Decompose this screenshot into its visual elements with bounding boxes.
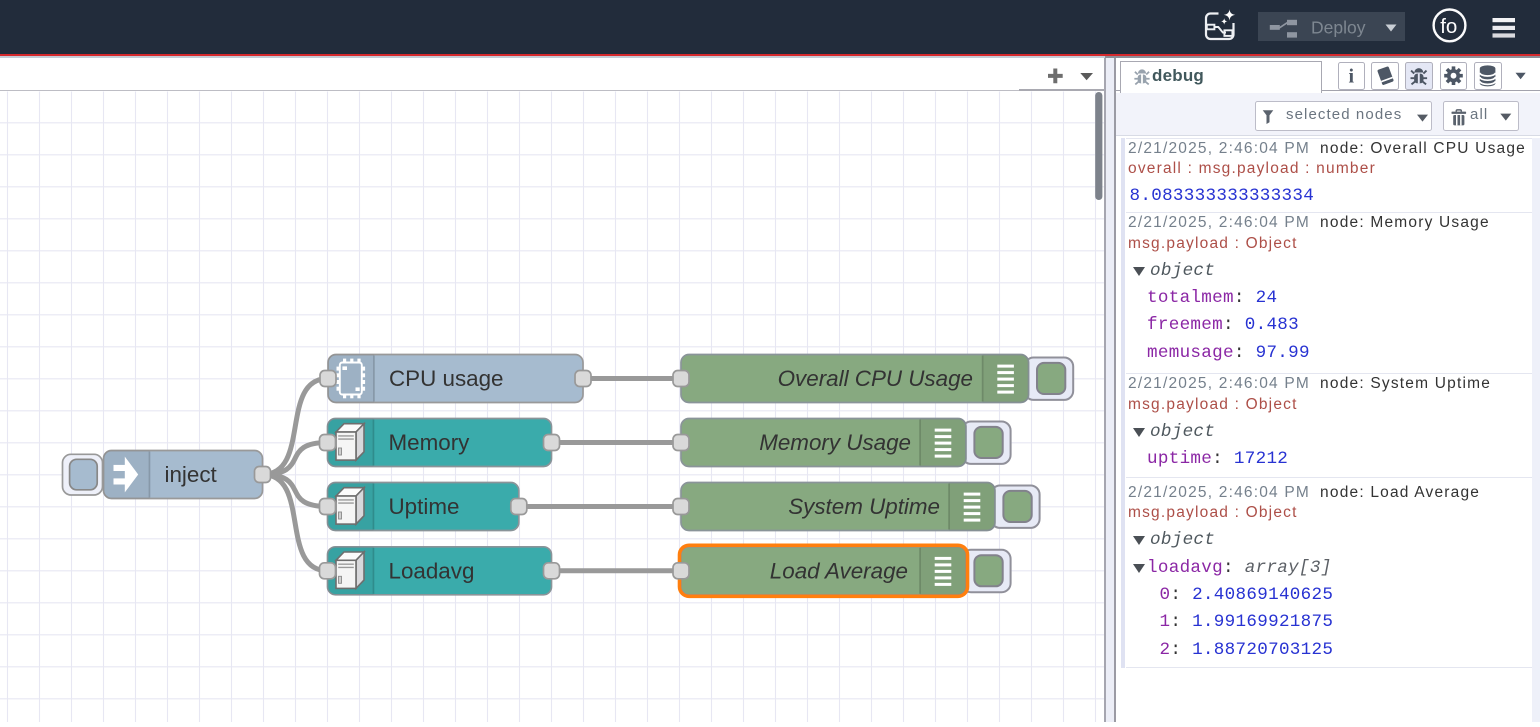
svg-text:i: i (1349, 65, 1355, 87)
svg-text:CPU usage: CPU usage (389, 366, 504, 391)
svg-text:Memory Usage: Memory Usage (759, 430, 911, 455)
svg-text:Loadavg: Loadavg (389, 559, 475, 584)
svg-text:Memory: Memory (389, 430, 471, 455)
svg-text:inject: inject (165, 462, 218, 487)
svg-text:Uptime: Uptime (389, 494, 460, 519)
svg-text:Deploy: Deploy (1311, 18, 1366, 38)
svg-text:Overall CPU Usage: Overall CPU Usage (778, 366, 973, 391)
svg-text:System Uptime: System Uptime (788, 494, 940, 519)
svg-text:Load Average: Load Average (770, 559, 908, 584)
svg-text:fo: fo (1440, 15, 1457, 38)
